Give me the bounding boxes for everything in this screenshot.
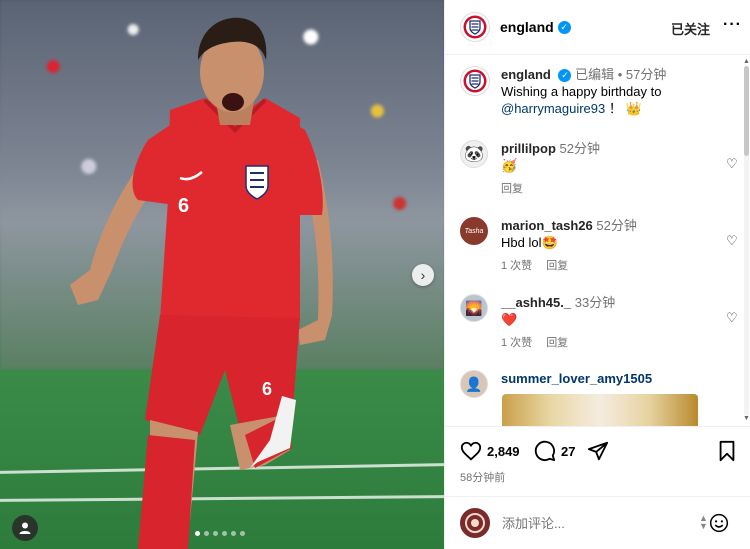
emoji-icon[interactable]	[709, 513, 729, 533]
user-tag-button[interactable]	[12, 515, 38, 541]
carousel-next-button[interactable]: ›	[412, 264, 434, 286]
england-avatar[interactable]	[460, 12, 490, 42]
caption-text: Wishing a happy birthday to	[501, 84, 662, 99]
caption-suffix: ！	[608, 101, 622, 116]
reply-button[interactable]: 回复	[546, 257, 568, 273]
verified-badge-icon: ✓	[558, 69, 572, 82]
svg-text:6: 6	[178, 195, 189, 217]
commenter-avatar[interactable]: 👤	[460, 370, 488, 398]
england-crest-icon	[463, 15, 487, 39]
comment-username[interactable]: __ashh45._	[501, 295, 571, 310]
post-side-panel: england ✓ 已关注 ··· ▲ ▼ england ✓ 已编辑 • 57…	[444, 0, 750, 549]
more-horizontal-icon[interactable]: ···	[723, 16, 742, 34]
crown-emoji-icon: 👑	[625, 101, 642, 116]
add-comment-bar: ▲▼	[445, 496, 750, 549]
comment-icon[interactable]	[534, 440, 556, 462]
like-comment-heart-icon[interactable]: ♡	[726, 233, 738, 249]
panda-avatar-icon: 🐼	[464, 146, 484, 163]
like-count[interactable]: 2,849	[487, 444, 520, 459]
chevron-right-icon: ›	[420, 267, 426, 283]
comment-count[interactable]: 27	[561, 444, 575, 459]
carousel-dot	[240, 531, 245, 536]
england-crest-icon	[463, 69, 487, 93]
reply-button[interactable]: 回复	[501, 180, 523, 196]
separator: •	[617, 67, 623, 82]
landscape-avatar-icon: 🌄	[465, 299, 483, 316]
comment-text: 🥳	[501, 158, 518, 173]
svg-text:6: 6	[262, 379, 272, 399]
add-comment-input[interactable]	[502, 515, 682, 531]
edited-label: 已编辑	[575, 67, 615, 82]
england-avatar[interactable]	[460, 66, 490, 96]
header-username[interactable]: england	[500, 19, 554, 35]
caption-username[interactable]: england	[501, 67, 551, 82]
comment-likes-count[interactable]: 1 次赞	[501, 334, 532, 350]
carousel-dots	[195, 531, 245, 536]
comment-time[interactable]: 33分钟	[575, 295, 615, 310]
commenter-avatar[interactable]: 🐼	[460, 140, 488, 168]
post-actions: 2,849 27 58分钟前	[445, 426, 750, 496]
verified-badge-icon: ✓	[557, 20, 571, 34]
carousel-dot	[195, 531, 200, 536]
comments-list: england ✓ 已编辑 • 57分钟 Wishing a happy bir…	[445, 56, 745, 426]
comment-gif-image[interactable]	[502, 394, 698, 426]
carousel-dot	[213, 531, 218, 536]
comment-text: ❤️	[501, 312, 518, 327]
comment-username[interactable]: summer_lover_amy1505	[501, 371, 652, 386]
comment-likes-count[interactable]: 1 次赞	[501, 257, 532, 273]
carousel-dot	[222, 531, 227, 536]
user-avatar-icon	[465, 513, 485, 533]
caption-mention-link[interactable]: @harrymaguire93	[501, 101, 605, 116]
follow-status-button[interactable]: 已关注	[671, 19, 710, 38]
reply-button[interactable]: 回复	[546, 334, 568, 350]
like-comment-heart-icon[interactable]: ♡	[726, 310, 738, 326]
comment-text: Hbd lol🤩	[501, 235, 558, 250]
like-comment-heart-icon[interactable]: ♡	[726, 156, 738, 172]
commenter-avatar[interactable]: Tasha	[460, 217, 488, 245]
celebrating-player: 6 6	[70, 17, 333, 549]
post-header: england ✓ 已关注 ···	[445, 0, 750, 55]
comment-username[interactable]: marion_tash26	[501, 218, 593, 233]
user-tag-icon	[19, 522, 31, 534]
commenter-avatar[interactable]: 🌄	[460, 294, 488, 322]
heart-icon[interactable]	[460, 440, 482, 462]
share-icon[interactable]	[587, 440, 609, 462]
current-user-avatar	[460, 508, 490, 538]
carousel-dot	[231, 531, 236, 536]
post-photo[interactable]: 6 6 ›	[0, 0, 444, 549]
carousel-dot	[204, 531, 209, 536]
bookmark-icon[interactable]	[717, 440, 737, 462]
comment-time[interactable]: 52分钟	[560, 141, 600, 156]
comment-username[interactable]: prillilpop	[501, 141, 556, 156]
resize-handle-icon[interactable]: ▲ ▼	[699, 514, 708, 531]
person-avatar-icon: 👤	[465, 375, 483, 392]
comment-time[interactable]: 52分钟	[596, 218, 636, 233]
caption-time[interactable]: 57分钟	[626, 67, 666, 82]
avatar-text: Tasha	[464, 227, 484, 235]
post-time-ago[interactable]: 58分钟前	[460, 469, 505, 485]
